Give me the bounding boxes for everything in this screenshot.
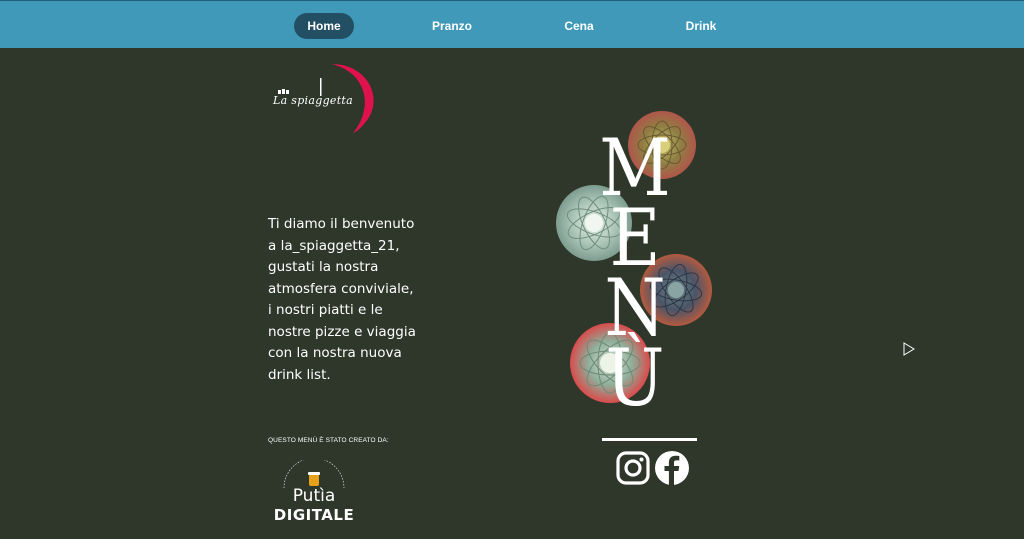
welcome-line: i nostri piatti e le bbox=[268, 302, 383, 318]
welcome-line: con la nostra nuova bbox=[268, 345, 402, 361]
welcome-line: gustati la nostra bbox=[268, 259, 379, 275]
nav-pranzo[interactable]: Pranzo bbox=[422, 13, 482, 39]
putia-digitale-logo[interactable]: Putìa DIGITALE bbox=[270, 460, 365, 530]
welcome-line: a la_spiaggetta_21, bbox=[268, 237, 400, 254]
welcome-line: drink list. bbox=[268, 366, 331, 383]
mouse-cursor-icon bbox=[903, 342, 915, 356]
facebook-icon[interactable] bbox=[654, 450, 690, 486]
nav-cena[interactable]: Cena bbox=[550, 13, 608, 39]
la-spiaggetta-logo[interactable]: La spiaggetta bbox=[268, 60, 383, 140]
logo-text: La spiaggetta bbox=[273, 94, 354, 107]
credit-label: QUESTO MENÙ È STATO CREATO DA: bbox=[268, 437, 389, 444]
menu-letter-u: Ù bbox=[605, 332, 665, 424]
welcome-line: nostre pizze e viaggia bbox=[268, 323, 416, 340]
welcome-line: Ti diamo il benvenuto bbox=[268, 216, 415, 232]
welcome-line: atmosfera conviviale, bbox=[268, 280, 414, 297]
welcome-text: Ti diamo il benvenuto a la_spiaggetta_21… bbox=[268, 214, 418, 386]
menu-title-artwork: M E N Ù bbox=[550, 105, 720, 425]
nav-home[interactable]: Home bbox=[294, 13, 354, 39]
divider-line bbox=[602, 438, 697, 441]
putia-name: Putìa bbox=[292, 486, 336, 506]
top-nav-bar: Home Pranzo Cena Drink bbox=[0, 0, 1024, 48]
instagram-icon[interactable] bbox=[615, 450, 651, 486]
nav-drink[interactable]: Drink bbox=[672, 13, 730, 39]
putia-sub: DIGITALE bbox=[273, 506, 355, 524]
